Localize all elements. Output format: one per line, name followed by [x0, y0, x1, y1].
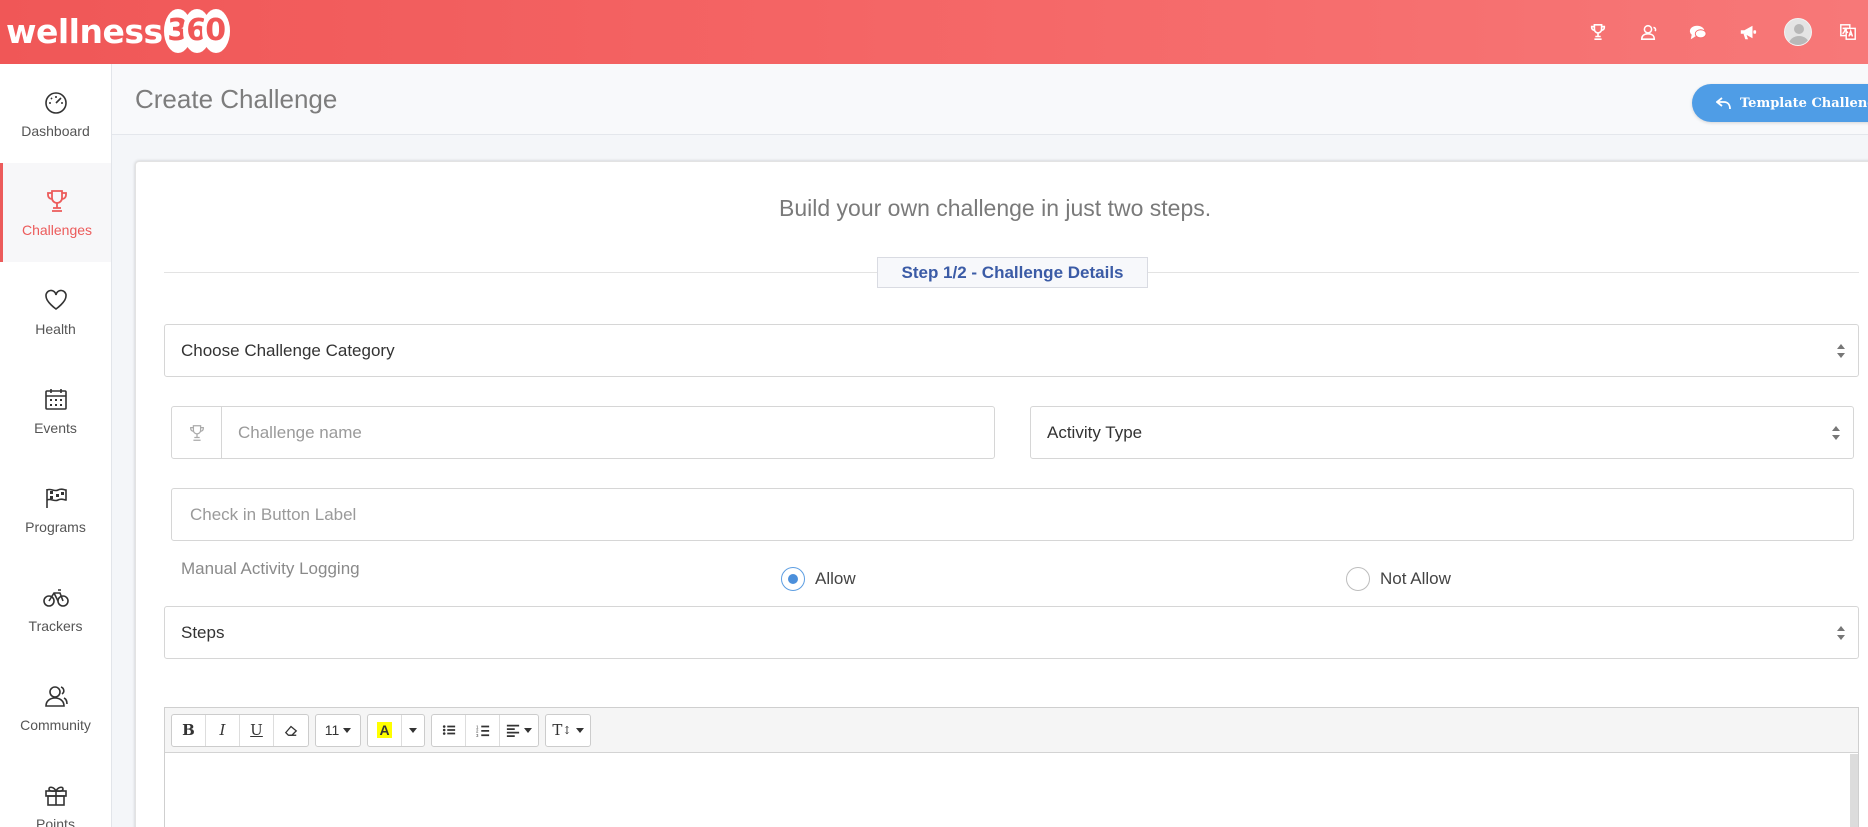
ordered-list-icon[interactable]: 123: [466, 714, 500, 746]
font-family-group: T ↕: [545, 713, 591, 747]
top-header: wellness 3 6 0: [0, 0, 1868, 64]
calendar-icon: [43, 386, 69, 412]
challenge-category-select[interactable]: Choose Challenge Category: [164, 324, 1859, 377]
sidebar-item-label: Trackers: [28, 617, 83, 634]
font-size-value: 11: [324, 722, 340, 738]
select-arrows-icon: [1832, 425, 1840, 440]
challenge-name-input[interactable]: Challenge name: [222, 423, 362, 443]
challenge-name-field[interactable]: Challenge name: [171, 406, 995, 459]
flags-icon: [43, 485, 69, 511]
select-arrows-icon: [1837, 625, 1845, 640]
radio-not-allow-label: Not Allow: [1380, 569, 1451, 588]
page-title: Create Challenge: [135, 84, 338, 114]
sidebar-item-health[interactable]: Health: [0, 262, 111, 361]
trophy-icon: [44, 188, 70, 214]
sidebar-item-challenges[interactable]: Challenges: [0, 163, 111, 262]
gift-icon: [43, 782, 69, 808]
sidebar: Dashboard Challenges Health Events Progr…: [0, 64, 112, 827]
community-icon: [43, 683, 69, 709]
brand-logo[interactable]: wellness 3 6 0: [6, 6, 230, 56]
font-size-dropdown[interactable]: 11: [316, 715, 360, 746]
font-family-dropdown[interactable]: T ↕: [546, 715, 590, 746]
users-icon[interactable]: [1628, 12, 1668, 52]
font-size-group: 11: [315, 713, 361, 747]
radio-allow-indicator[interactable]: [781, 567, 805, 591]
activity-type-select[interactable]: Activity Type: [1030, 406, 1854, 459]
logo-digit: 0: [201, 9, 230, 53]
color-group: A: [367, 713, 425, 747]
chevron-down-icon: [575, 727, 584, 733]
align-dropdown[interactable]: [500, 715, 538, 746]
sidebar-item-label: Health: [35, 320, 76, 337]
editor-content-area[interactable]: [165, 753, 1858, 827]
speedometer-icon: [43, 89, 69, 115]
bold-button[interactable]: B: [172, 714, 206, 746]
sidebar-item-label: Community: [20, 716, 91, 733]
arrows-vertical-icon: ↕: [562, 723, 572, 737]
trophy-icon: [172, 407, 222, 458]
sidebar-item-points[interactable]: Points: [0, 757, 111, 827]
sidebar-item-label: Challenges: [21, 221, 93, 238]
radio-allow-label: Allow: [815, 569, 856, 588]
sidebar-item-dashboard[interactable]: Dashboard: [0, 64, 111, 163]
reply-icon: [1716, 97, 1731, 110]
page-header: Create Challenge Template Challenge: [112, 64, 1868, 135]
sidebar-item-community[interactable]: Community: [0, 658, 111, 757]
text-height-icon: T: [552, 721, 563, 739]
eraser-icon[interactable]: [274, 715, 308, 746]
select-arrows-icon: [1837, 343, 1845, 358]
sidebar-item-trackers[interactable]: Trackers: [0, 559, 111, 658]
format-group: B I U: [171, 713, 309, 747]
logo-digits: 3 6 0: [163, 9, 230, 53]
radio-not-allow[interactable]: Not Allow: [1346, 567, 1451, 591]
chevron-down-icon: [409, 727, 417, 733]
sidebar-item-label: Programs: [25, 518, 86, 535]
sidebar-item-label: Points: [36, 815, 75, 827]
create-challenge-card: Build your own challenge in just two ste…: [135, 161, 1868, 827]
avatar: [1784, 18, 1812, 46]
step-indicator: Step 1/2 - Challenge Details: [877, 257, 1148, 288]
user-avatar[interactable]: [1778, 12, 1818, 52]
description-editor: B I U 11 A 1 2 3 T ↕: [164, 707, 1859, 827]
editor-scrollbar[interactable]: [1850, 754, 1858, 827]
sidebar-item-label: Events: [34, 419, 77, 436]
translate-icon[interactable]: [1828, 12, 1868, 52]
challenge-category-value: Choose Challenge Category: [181, 340, 395, 360]
bicycle-icon: [42, 584, 69, 610]
checkin-placeholder: Check in Button Label: [190, 504, 357, 524]
checkin-button-label-input[interactable]: Check in Button Label: [171, 488, 1854, 541]
color-dropdown[interactable]: [402, 715, 424, 746]
sidebar-item-events[interactable]: Events: [0, 361, 111, 460]
sidebar-item-label: Dashboard: [21, 122, 90, 139]
svg-text:3: 3: [476, 733, 479, 737]
megaphone-icon[interactable]: [1728, 12, 1768, 52]
header-actions: [1568, 0, 1868, 64]
template-challenge-button[interactable]: Template Challenge: [1692, 84, 1868, 122]
italic-button[interactable]: I: [206, 714, 240, 746]
form-subtitle: Build your own challenge in just two ste…: [779, 195, 1212, 221]
sidebar-item-programs[interactable]: Programs: [0, 460, 111, 559]
unit-value: Steps: [181, 622, 225, 642]
logo-text: wellness: [6, 11, 163, 51]
underline-button[interactable]: U: [240, 714, 274, 746]
chevron-down-icon: [343, 727, 352, 733]
text-color-button[interactable]: A: [368, 714, 402, 746]
radio-not-allow-indicator[interactable]: [1346, 567, 1370, 591]
heart-icon: [43, 287, 69, 313]
chat-icon[interactable]: [1678, 12, 1718, 52]
activity-type-value: Activity Type: [1047, 422, 1143, 442]
highlight-a-icon: A: [377, 722, 392, 738]
list-group: 123: [431, 713, 539, 747]
align-left-icon: [506, 724, 520, 737]
editor-toolbar: B I U 11 A 1 2 3 T ↕: [165, 708, 1858, 753]
unit-select[interactable]: Steps: [164, 606, 1859, 659]
chevron-down-icon: [524, 727, 532, 733]
radio-allow[interactable]: Allow: [781, 567, 856, 591]
trophy-icon[interactable]: [1578, 12, 1618, 52]
manual-logging-label: Manual Activity Logging: [181, 559, 360, 578]
unordered-list-icon[interactable]: [432, 714, 466, 746]
template-challenge-label: Template Challenge: [1740, 95, 1868, 111]
